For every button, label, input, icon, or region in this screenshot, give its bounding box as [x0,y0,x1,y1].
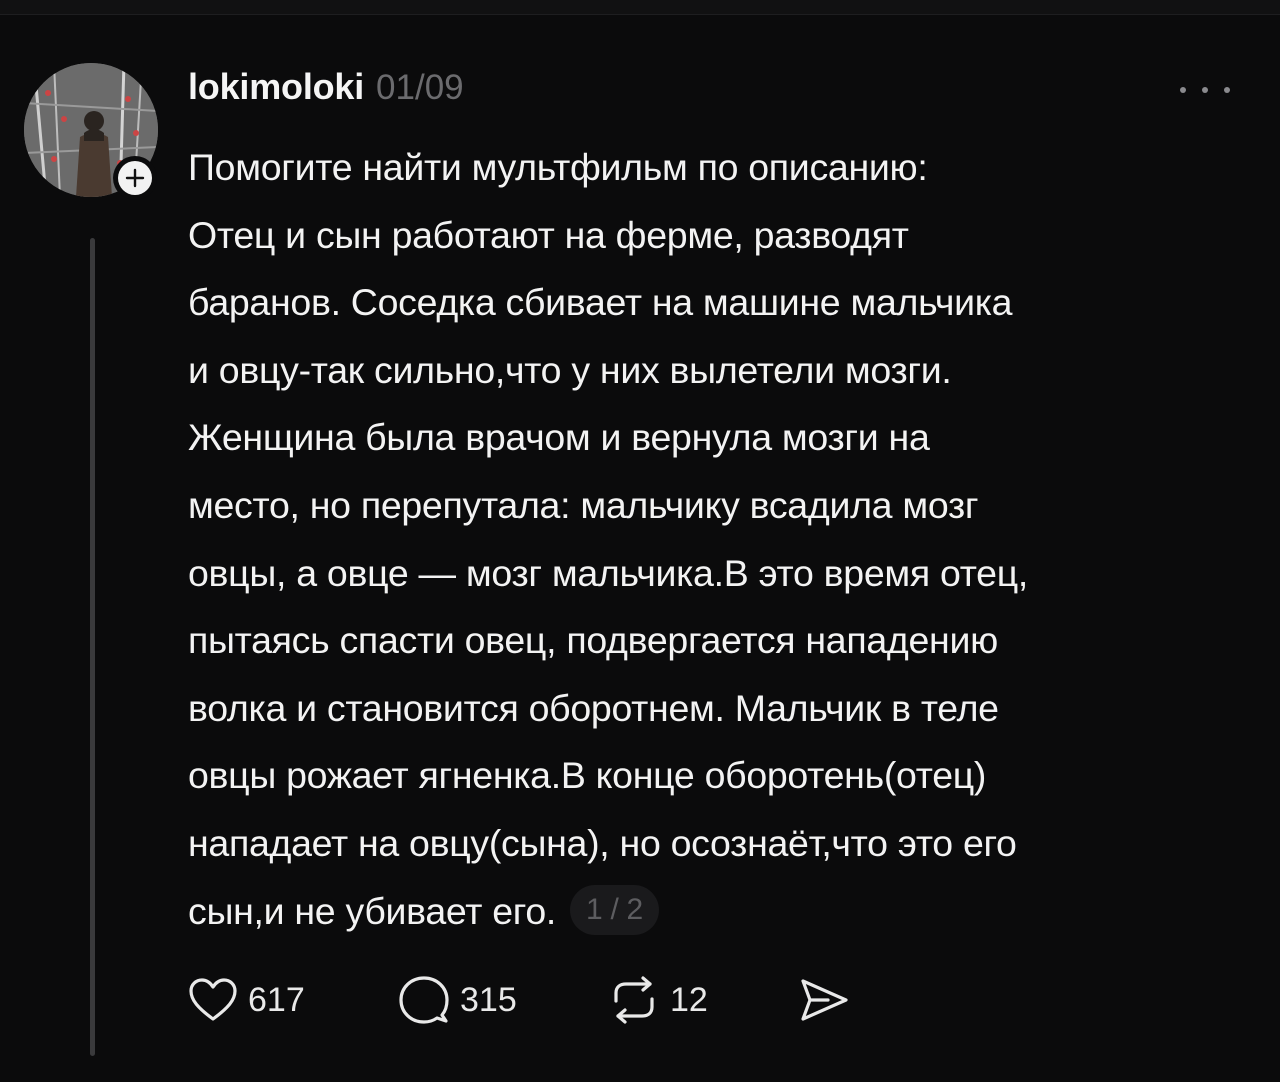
plus-icon [118,161,152,195]
post-header: lokimoloki 01/09 [188,66,464,108]
page-indicator: 1 / 2 [570,884,659,935]
post-line: пытаясь спасти овец, подвергается нападе… [188,619,998,662]
top-divider [0,0,1280,15]
post-line: сын,и не убивает его. [188,889,557,932]
post-line: и овцу-так сильно,что у них вылетели моз… [188,348,952,391]
post-line: волка и становится оборотнем. Мальчик в … [188,686,999,729]
username[interactable]: lokimoloki [188,66,364,108]
like-button[interactable]: 617 [188,977,398,1023]
heart-icon [189,978,237,1021]
send-icon [801,979,848,1021]
post-date: 01/09 [376,68,464,107]
reply-button[interactable]: 315 [398,975,608,1025]
post-line: овцы рожает ягненка.В конце оборотень(от… [188,754,987,797]
repost-arrows-icon [614,976,654,1024]
speech-bubble-icon [399,976,449,1024]
follow-button[interactable] [113,156,157,200]
post-line: Помогите найти мультфильм по описанию: [188,146,928,188]
repost-button[interactable]: 12 [608,975,798,1025]
post-line: нападает на овцу(сына), но осознаёт,что … [188,821,1017,864]
action-bar: 617 315 12 [188,975,850,1025]
post-line: баранов. Соседка сбивает на машине мальч… [188,281,1013,324]
reply-count: 315 [460,980,517,1019]
post-last-line: сын,и не убивает его. 1 / 2 [188,878,1263,946]
post-body: Помогите найти мультфильм по описанию: О… [188,134,1263,945]
like-count: 617 [248,980,305,1019]
repost-count: 12 [670,980,708,1019]
post-line: Отец и сын работают на ферме, разводят [188,213,909,256]
post-line: овцы, а овце — мозг мальчика.В это время… [188,551,1029,594]
post-line: место, но перепутала: мальчику всадила м… [188,483,979,526]
post-line: Женщина была врачом и вернула мозги на [188,416,930,459]
thread-line [90,238,95,1056]
share-button[interactable] [798,976,850,1024]
more-dots-icon[interactable] [1180,80,1230,100]
